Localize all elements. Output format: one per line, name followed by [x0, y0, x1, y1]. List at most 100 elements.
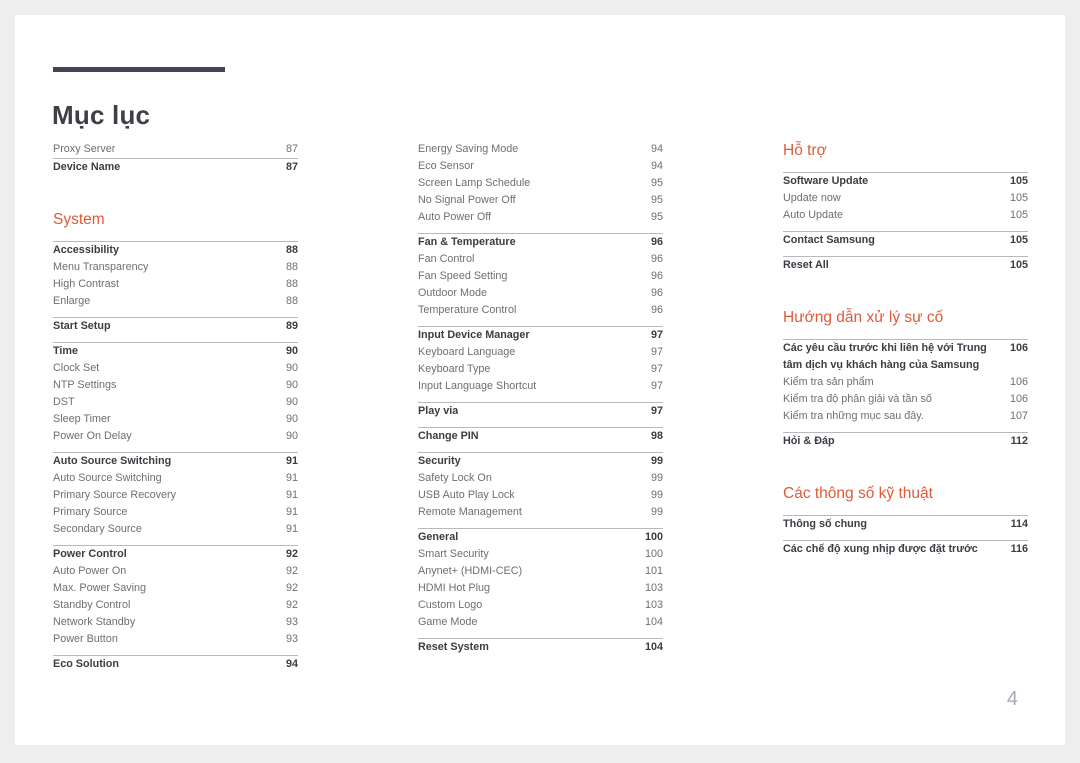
toc-entry[interactable]: Power Control 92: [53, 546, 298, 563]
toc-entry-label: Temperature Control: [418, 304, 517, 316]
toc-entry[interactable]: Hỏi & Đáp 112: [783, 433, 1028, 450]
toc-entry[interactable]: Network Standby 93: [53, 614, 298, 631]
toc-entry[interactable]: Các yêu cầu trước khi liên hệ với Trung …: [783, 340, 1028, 374]
toc-entry[interactable]: Reset System 104: [418, 639, 663, 656]
toc-entry[interactable]: Các chế độ xung nhịp được đặt trước 116: [783, 541, 1028, 558]
toc-entry[interactable]: Auto Source Switching 91: [53, 470, 298, 487]
toc-entry[interactable]: Anynet+ (HDMI-CEC) 101: [418, 563, 663, 580]
toc-entry[interactable]: Time 90: [53, 343, 298, 360]
toc-entry-page: 104: [644, 641, 663, 653]
manual-page: Mục lục Proxy Server 87 Device Name 87 Syste…: [15, 15, 1065, 745]
toc-entry[interactable]: Primary Source 91: [53, 504, 298, 521]
toc-entry[interactable]: Fan & Temperature 96: [418, 234, 663, 251]
toc-entry-label: Eco Solution: [53, 658, 119, 670]
toc-entry-page: 95: [650, 211, 663, 223]
toc-entry[interactable]: Security 99: [418, 453, 663, 470]
toc-entry[interactable]: Power On Delay 90: [53, 428, 298, 445]
toc-entry-label: Standby Control: [53, 599, 131, 611]
toc-group: General 100 Smart Security 100 Anynet+ (HDMI…: [418, 528, 663, 631]
toc-entry[interactable]: Input Language Shortcut 97: [418, 378, 663, 395]
toc-section-heading: Hỗ trợ: [783, 142, 827, 159]
toc-entry[interactable]: Reset All 105: [783, 257, 1028, 274]
toc-entry[interactable]: Remote Management 99: [418, 504, 663, 521]
toc-entry[interactable]: Standby Control 92: [53, 597, 298, 614]
toc-entry[interactable]: Sleep Timer 90: [53, 411, 298, 428]
toc-entry[interactable]: Fan Speed Setting 96: [418, 268, 663, 285]
toc-entry[interactable]: Eco Sensor 94: [418, 158, 663, 175]
toc-entry[interactable]: Custom Logo 103: [418, 597, 663, 614]
toc-entry[interactable]: Enlarge 88: [53, 293, 298, 310]
toc-entry[interactable]: Auto Update 105: [783, 207, 1028, 224]
toc-entry[interactable]: Screen Lamp Schedule 95: [418, 175, 663, 192]
toc-entry[interactable]: Kiểm tra những mục sau đây. 107: [783, 408, 1028, 425]
toc-entry[interactable]: Auto Power On 92: [53, 563, 298, 580]
toc-entry[interactable]: Kiểm tra sản phẩm 106: [783, 374, 1028, 391]
toc-entry[interactable]: Game Mode 104: [418, 614, 663, 631]
toc-entry[interactable]: Fan Control 96: [418, 251, 663, 268]
toc-entry-label: Screen Lamp Schedule: [418, 177, 531, 189]
toc-entry[interactable]: Secondary Source 91: [53, 521, 298, 538]
toc-entry[interactable]: Auto Source Switching 91: [53, 453, 298, 470]
toc-entry[interactable]: DST 90: [53, 394, 298, 411]
toc-entry[interactable]: Primary Source Recovery 91: [53, 487, 298, 504]
toc-entry-label: Keyboard Type: [418, 363, 491, 375]
toc-entry[interactable]: Energy Saving Mode 94: [418, 141, 663, 158]
toc-entry[interactable]: Play via 97: [418, 403, 663, 420]
toc-entry[interactable]: Eco Solution 94: [53, 656, 298, 673]
toc-entry[interactable]: Kiểm tra độ phân giải và tần số 106: [783, 391, 1028, 408]
toc-entry[interactable]: Device Name 87: [53, 159, 298, 176]
toc-entry[interactable]: Update now 105: [783, 190, 1028, 207]
toc-entry-page: 93: [285, 633, 298, 645]
toc-entry[interactable]: Start Setup 89: [53, 318, 298, 335]
toc-entry-page: 112: [1010, 435, 1028, 447]
toc-entry-page: 98: [650, 430, 663, 442]
toc-group: Input Device Manager 97 Keyboard Language 9…: [418, 326, 663, 395]
toc-entry[interactable]: Keyboard Type 97: [418, 361, 663, 378]
toc-entry[interactable]: Proxy Server 87: [53, 141, 298, 158]
toc-entry[interactable]: Keyboard Language 97: [418, 344, 663, 361]
toc-entry[interactable]: USB Auto Play Lock 99: [418, 487, 663, 504]
toc-group: Device Name 87: [53, 158, 298, 176]
toc-entry-page: 100: [644, 531, 663, 543]
toc-column-3: Hỗ trợ Software Update 105 Update now 105 Aut…: [783, 141, 1028, 558]
toc-entry[interactable]: No Signal Power Off 95: [418, 192, 663, 209]
toc-entry-page: 96: [650, 287, 663, 299]
toc-entry[interactable]: Change PIN 98: [418, 428, 663, 445]
toc-group: Reset All 105: [783, 256, 1028, 274]
toc-entry[interactable]: Safety Lock On 99: [418, 470, 663, 487]
toc-section-heading: System: [53, 211, 105, 228]
toc-entry[interactable]: High Contrast 88: [53, 276, 298, 293]
toc-group: Thông số chung 114: [783, 515, 1028, 533]
toc-entry-page: 99: [650, 489, 663, 501]
toc-entry[interactable]: Clock Set 90: [53, 360, 298, 377]
toc-entry-label: Custom Logo: [418, 599, 483, 611]
toc-entry-label: Sleep Timer: [53, 413, 111, 425]
toc-entry[interactable]: Software Update 105: [783, 173, 1028, 190]
toc-entry[interactable]: HDMI Hot Plug 103: [418, 580, 663, 597]
toc-entry[interactable]: General 100: [418, 529, 663, 546]
toc-entry-label: Kiểm tra độ phân giải và tần số: [783, 393, 932, 405]
toc-entry[interactable]: Max. Power Saving 92: [53, 580, 298, 597]
toc-entry-page: 87: [285, 161, 298, 173]
toc-entry-page: 103: [644, 599, 663, 611]
toc-entry[interactable]: Power Button 93: [53, 631, 298, 648]
toc-entry[interactable]: Auto Power Off 95: [418, 209, 663, 226]
toc-entry[interactable]: Input Device Manager 97: [418, 327, 663, 344]
toc-entry[interactable]: Contact Samsung 105: [783, 232, 1028, 249]
toc-entry[interactable]: Menu Transparency 88: [53, 259, 298, 276]
toc-entry[interactable]: Accessibility 88: [53, 242, 298, 259]
toc-entry[interactable]: Outdoor Mode 96: [418, 285, 663, 302]
toc-entry[interactable]: Thông số chung 114: [783, 516, 1028, 533]
toc-entry[interactable]: Smart Security 100: [418, 546, 663, 563]
toc-entry[interactable]: Temperature Control 96: [418, 302, 663, 319]
toc-entry-page: 99: [650, 472, 663, 484]
toc-entry[interactable]: NTP Settings 90: [53, 377, 298, 394]
